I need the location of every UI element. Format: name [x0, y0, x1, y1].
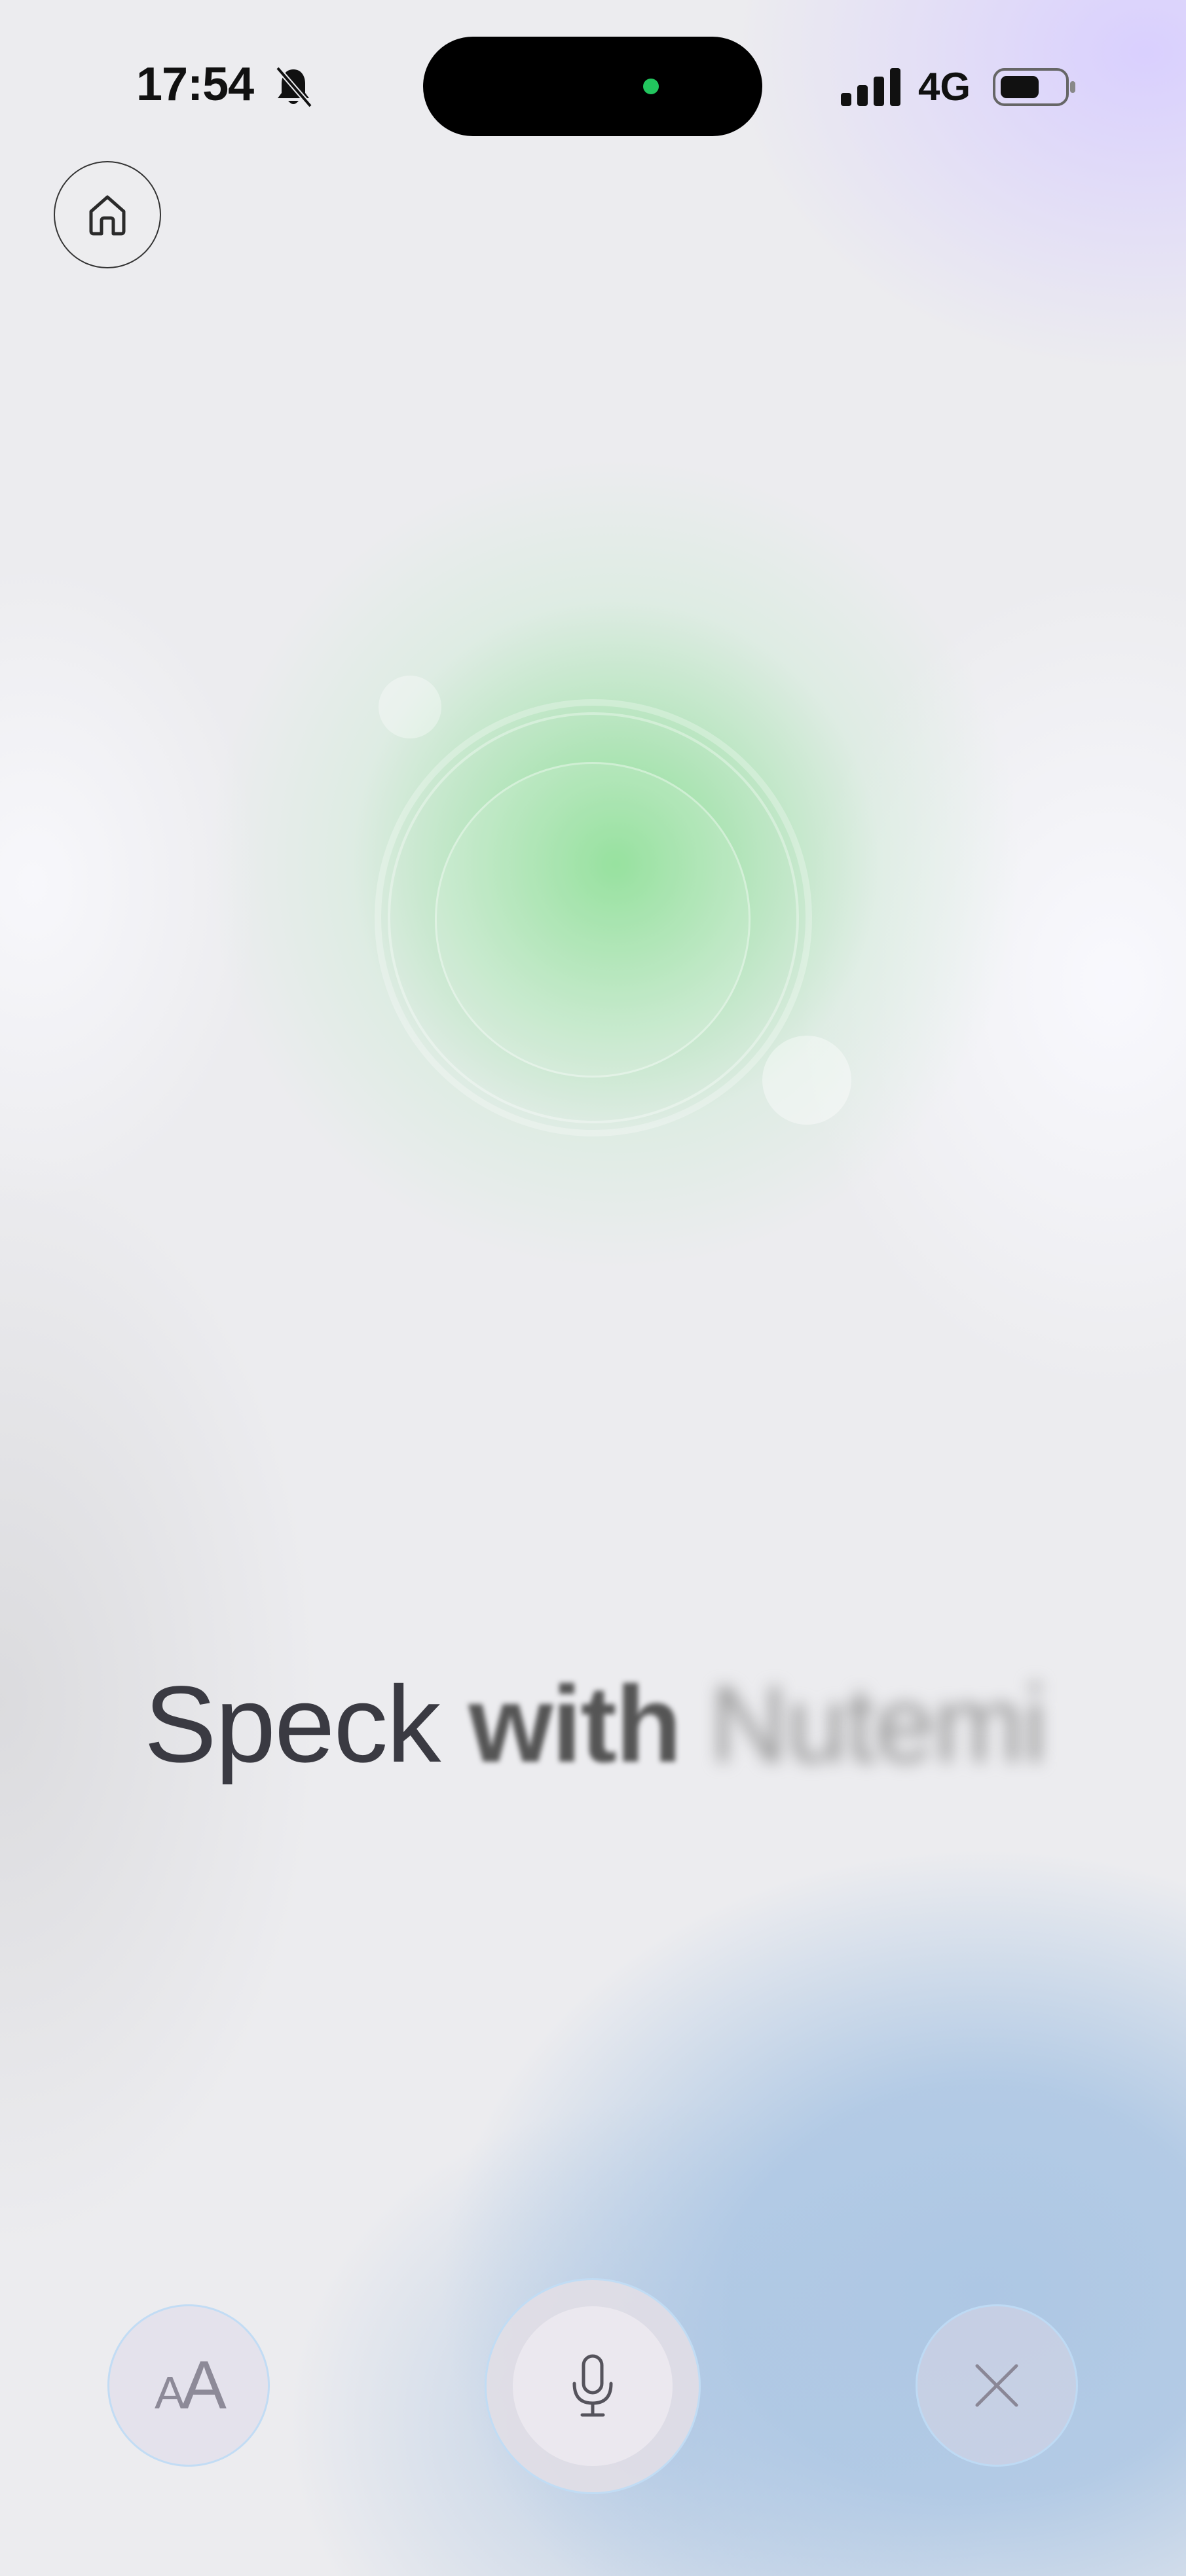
- orb-bubble-small: [379, 676, 441, 738]
- close-icon: [975, 2364, 1018, 2407]
- signal-icon: [841, 68, 900, 106]
- text-size-icon: AA: [154, 2347, 227, 2423]
- close-button[interactable]: [916, 2304, 1078, 2467]
- headline: Speck with Nutemi: [144, 1663, 1047, 1787]
- background-green-glow: [0, 0, 1186, 2576]
- headline-word-2: with: [468, 1664, 682, 1785]
- background-white-glow: [0, 0, 1186, 2576]
- orb-bubble-large: [762, 1036, 851, 1125]
- voice-orb: [435, 762, 751, 1078]
- dynamic-island: [423, 37, 762, 136]
- microphone-button-inner: [513, 2306, 673, 2466]
- recording-indicator: [643, 79, 659, 94]
- background-purple-glow: [0, 0, 1186, 2576]
- background-blue-glow: [0, 0, 1186, 2576]
- bell-slash-icon: [275, 66, 313, 108]
- home-icon: [89, 195, 126, 236]
- battery-icon: [993, 68, 1075, 106]
- microphone-icon: [572, 2354, 613, 2417]
- text-size-button[interactable]: AA: [107, 2304, 270, 2467]
- headline-word-1: Speck: [144, 1664, 441, 1785]
- headline-word-3: Nutemi: [709, 1664, 1047, 1785]
- background-white-glow-left: [0, 0, 1186, 2576]
- background-grey: [0, 0, 1186, 2576]
- microphone-button[interactable]: [485, 2278, 701, 2494]
- home-button[interactable]: [54, 161, 161, 268]
- status-time: 17:54: [136, 58, 254, 111]
- network-type: 4G: [918, 65, 971, 109]
